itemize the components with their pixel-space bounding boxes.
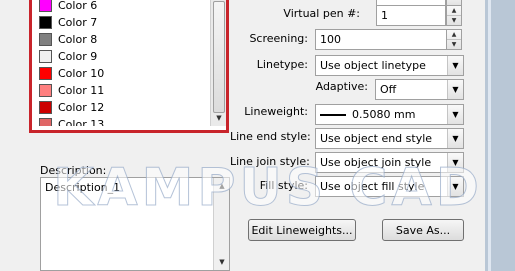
line-join-label: Line join style: [230,155,310,168]
chevron-down-icon[interactable]: ▼ [447,80,463,99]
scroll-up-icon[interactable]: ▲ [214,178,230,194]
color-swatch [39,0,52,12]
description-textarea[interactable]: Description_1 ▲ ▼ [40,177,230,271]
description-label: Description: [40,164,107,177]
color-swatch [39,84,52,97]
scroll-down-icon[interactable]: ▼ [214,254,230,270]
fill-style-value: Use object fill style [320,180,425,193]
scrollbar-thumb[interactable] [213,1,225,113]
color-swatch [39,16,52,29]
edit-lineweights-button[interactable]: Edit Lineweights... [248,219,356,241]
spin-up-icon[interactable]: ▲ [447,30,461,40]
spin-down-icon[interactable]: ▼ [447,40,461,50]
lineweight-label: Lineweight: [244,105,308,118]
color-list-highlight: Color 6 Color 7 Color 8 Color 9 Color 10… [29,0,229,133]
color-list[interactable]: Color 6 Color 7 Color 8 Color 9 Color 10… [35,0,210,126]
color-label: Color 11 [58,84,105,97]
spin-up-icon[interactable]: ▲ [447,6,461,16]
save-as-button[interactable]: Save As... [382,219,464,241]
virtual-pen-label: Virtual pen #: [283,7,360,20]
adaptive-label: Adaptive: [315,80,368,93]
chevron-down-icon[interactable]: ▼ [447,105,463,124]
fill-style-label: Fill style: [259,179,308,192]
color-label: Color 8 [58,33,98,46]
fill-style-select[interactable]: Use object fill style ▼ [315,176,464,197]
description-text: Description_1 [45,181,121,194]
chevron-down-icon[interactable]: ▼ [447,129,463,148]
color-label: Color 7 [58,16,98,29]
color-swatch [39,50,52,63]
color-label: Color 12 [58,101,105,114]
list-item-color-9[interactable]: Color 9 [39,48,209,65]
chevron-down-icon[interactable]: ▼ [447,153,463,172]
virtual-pen-field[interactable]: 1 [376,5,446,26]
color-list-scrollbar[interactable]: ▼ [210,0,226,126]
list-item-color-8[interactable]: Color 8 [39,31,209,48]
scroll-down-icon[interactable]: ▼ [211,110,227,126]
color-label: Color 6 [58,0,98,12]
virtual-pen-spinner[interactable]: ▲ ▼ [446,5,462,26]
color-swatch [39,118,52,126]
color-swatch [39,101,52,114]
line-end-value: Use object end style [320,132,433,145]
lineweight-value: 0.5080 mm [352,108,416,121]
window-frame-highlight [488,0,491,271]
list-item-color-11[interactable]: Color 11 [39,82,209,99]
line-sample-icon [320,113,346,116]
adaptive-value: Off [380,83,397,96]
adaptive-select[interactable]: Off ▼ [375,79,464,100]
linetype-value: Use object linetype [320,59,426,72]
color-label: Color 10 [58,67,105,80]
color-label: Color 13 [58,118,105,126]
color-swatch [39,33,52,46]
color-label: Color 9 [58,50,98,63]
line-end-select[interactable]: Use object end style ▼ [315,128,464,149]
line-join-select[interactable]: Use object join style ▼ [315,152,464,173]
list-item-color-6[interactable]: Color 6 [39,0,209,14]
description-scrollbar[interactable]: ▲ ▼ [213,178,229,270]
lineweight-select[interactable]: 0.5080 mm ▼ [315,104,464,125]
list-item-color-10[interactable]: Color 10 [39,65,209,82]
linetype-label: Linetype: [256,58,308,71]
screening-label: Screening: [249,32,308,45]
chevron-down-icon[interactable]: ▼ [447,177,463,196]
screening-spinner[interactable]: ▲ ▼ [446,29,462,50]
spin-down-icon[interactable]: ▼ [447,16,461,26]
color-swatch [39,67,52,80]
screening-field[interactable]: 100 [315,29,447,50]
list-item-color-7[interactable]: Color 7 [39,14,209,31]
line-end-label: Line end style: [230,130,311,143]
list-item-color-12[interactable]: Color 12 [39,99,209,116]
list-item-color-13[interactable]: Color 13 [39,116,209,126]
line-join-value: Use object join style [320,156,432,169]
linetype-select[interactable]: Use object linetype ▼ [315,55,464,76]
chevron-down-icon[interactable]: ▼ [447,56,463,75]
